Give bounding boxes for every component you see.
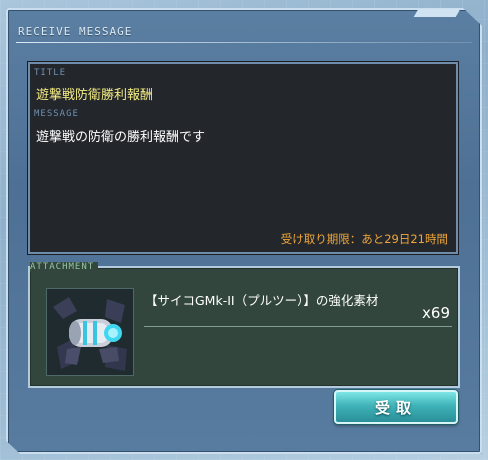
title-label: TITLE (34, 68, 67, 78)
receive-message-window: RECEIVE MESSAGE TITLE 遊撃戦防衛勝利報酬 MESSAGE … (6, 8, 482, 454)
receive-button-label: 受取 (374, 398, 417, 417)
receive-deadline: 受け取り期限：あと29日21時間 (280, 232, 448, 246)
item-quantity: x69 (422, 304, 450, 322)
message-panel: TITLE 遊撃戦防衛勝利報酬 MESSAGE 遊撃戦の防衛の勝利報酬です 受け… (28, 62, 458, 254)
item-image (47, 289, 133, 375)
item-name: 【サイコGMk-II（プルツー）】の強化素材 (145, 293, 379, 308)
message-body: 遊撃戦の防衛の勝利報酬です (36, 130, 206, 145)
attachment-panel: ATTACHMENT 【サイコGMk-II（プルツー）】の強化素材 x69 (28, 262, 460, 388)
receive-button[interactable]: 受取 (334, 390, 458, 424)
mobile-suit-parts-icon (46, 288, 134, 376)
title-divider (16, 42, 472, 43)
item-divider (144, 326, 452, 327)
window-title: RECEIVE MESSAGE (18, 25, 133, 38)
message-title: 遊撃戦防衛勝利報酬 (36, 88, 154, 103)
message-label: MESSAGE (34, 109, 79, 119)
attachment-label: ATTACHMENT (30, 262, 99, 272)
window-corner-tab (413, 9, 461, 17)
